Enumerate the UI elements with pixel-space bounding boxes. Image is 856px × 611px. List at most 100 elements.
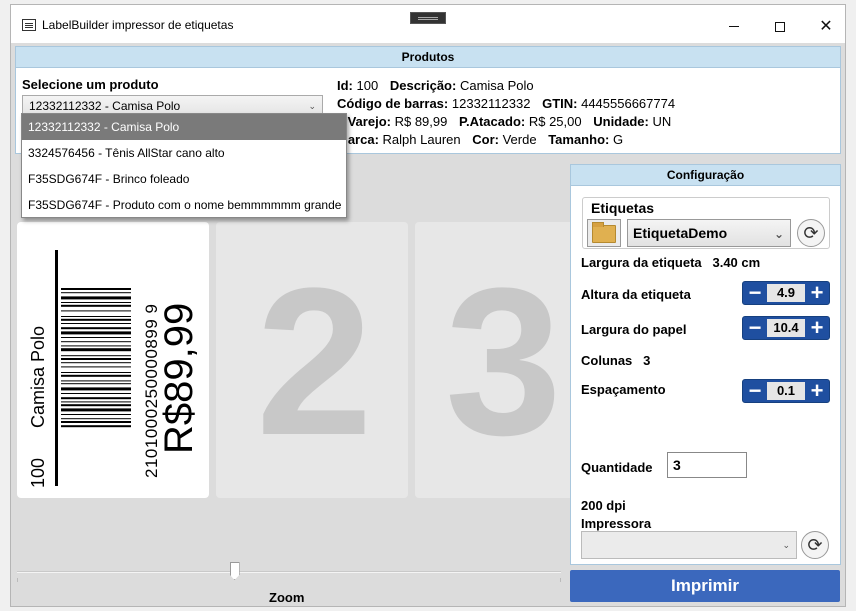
barcode-bar [61,310,131,312]
etiqueta-combobox[interactable]: EtiquetaDemo ⌄ [627,219,791,247]
barcode-bar [61,425,131,428]
barcode-bar [61,387,131,391]
largura-etiqueta-value: 3.40 cm [712,255,761,270]
impressora-combobox[interactable]: ⌄ [581,531,797,559]
colunas-row: Colunas 3 [581,353,650,368]
chevron-down-icon: ⌄ [773,227,784,241]
dropdown-item[interactable]: F35SDG674F - Brinco foleado [22,166,346,192]
barcode-bar [61,393,131,394]
barcode-bar [61,348,131,352]
descricao-label: Descrição: [389,78,457,93]
barcode-bar [61,341,131,343]
etiquetas-title: Etiquetas [589,200,657,216]
barcode-bar [61,318,131,321]
close-button[interactable]: ✕ [803,13,845,41]
config-header: Configuração [571,165,840,186]
largura-papel-increment-button[interactable]: + [807,317,827,339]
refresh-icon: ⟳ [803,223,819,243]
refresh-icon: ⟳ [807,535,823,555]
barcode-bar [61,316,131,317]
print-button[interactable]: Imprimir [570,570,840,602]
produtos-header: Produtos [16,47,840,68]
quantidade-label: Quantidade [581,460,653,475]
espacamento-decrement-button[interactable]: − [745,380,765,402]
product-details: Id: 100 Descrição: Camisa Polo Código de… [337,77,675,149]
zoom-slider-track[interactable] [17,571,561,573]
gtin-label: GTIN: [542,96,578,111]
barcode-bar [61,383,131,385]
barcode-bar [61,355,131,357]
barcode-bar [61,366,131,368]
chevron-down-icon: ⌄ [782,540,790,550]
barcode-bar [61,296,131,300]
barcode-bar [61,331,131,335]
atacado-value: R$ 25,00 [528,114,582,129]
atacado-label: P.Atacado: [458,114,526,129]
altura-value[interactable]: 4.9 [767,284,805,302]
barcode-bar [61,404,131,407]
id-value: 100 [356,78,379,93]
codigo-value: 12332112332 [451,96,531,111]
largura-papel-value[interactable]: 10.4 [767,319,805,337]
largura-papel-label: Largura do papel [581,322,687,337]
refresh-etiquetas-button[interactable]: ⟳ [797,219,825,247]
espacamento-value[interactable]: 0.1 [767,382,805,400]
maximize-button[interactable] [757,13,803,41]
barcode-bar [61,414,131,415]
barcode-bar [61,327,131,330]
window-title: LabelBuilder impressor de etiquetas [42,18,234,32]
label-preview-2: 2 [216,222,408,498]
details-row-1: Id: 100 Descrição: Camisa Polo [337,77,675,95]
dropdown-item[interactable]: 3324576456 - Tênis AllStar cano alto [22,140,346,166]
product-dropdown-list: 12332112332 - Camisa Polo 3324576456 - T… [21,113,347,218]
minimize-icon [729,26,739,28]
dpi-text: 200 dpi [581,498,626,513]
select-product-label: Selecione um produto [22,77,159,92]
barcode-bar [61,288,131,290]
zoom-slider-ticks [17,578,561,582]
altura-decrement-button[interactable]: − [745,282,765,304]
altura-stepper: − 4.9 + [742,281,830,305]
grip-icon[interactable] [410,12,446,24]
barcode-bar [61,362,131,364]
label-product-id: 100 [28,457,48,488]
espacamento-increment-button[interactable]: + [807,380,827,402]
maximize-icon [775,21,785,32]
barcode-bar [61,380,131,382]
barcode-bar [61,358,131,360]
espacamento-label: Espaçamento [581,382,666,397]
largura-etiqueta-label: Largura da etiqueta [581,255,702,270]
cor-value: Verde [502,132,537,147]
barcode-bar [61,372,131,373]
tamanho-value: G [612,132,624,147]
minimize-button[interactable] [711,13,757,41]
barcode-image [61,288,131,428]
unidade-value: UN [652,114,672,129]
barcode-bar [61,304,131,307]
open-folder-button[interactable] [587,219,621,247]
dropdown-item[interactable]: 12332112332 - Camisa Polo [22,114,346,140]
config-panel: Configuração Etiquetas EtiquetaDemo ⌄ ⟳ … [570,164,841,565]
impressora-label: Impressora [581,516,652,531]
id-label: Id: [337,78,353,93]
colunas-label: Colunas [581,353,633,368]
barcode-bar [61,408,131,412]
barcode-bar [61,418,131,420]
altura-increment-button[interactable]: + [807,282,827,304]
descricao-value: Camisa Polo [459,78,534,93]
barcode-bar [61,401,131,403]
zoom-label: Zoom [269,590,305,605]
codigo-label: Código de barras: [337,96,449,111]
tamanho-label: Tamanho: [548,132,610,147]
app-window: LabelBuilder impressor de etiquetas ✕ Pr… [10,4,846,607]
label-placeholder-number: 3 [445,244,562,479]
largura-papel-decrement-button[interactable]: − [745,317,765,339]
barcode-bar [61,292,131,294]
dropdown-item[interactable]: F35SDG674F - Produto com o nome bemmmmmm… [22,192,346,218]
quantidade-input[interactable]: 3 [667,452,747,478]
title-bar[interactable]: LabelBuilder impressor de etiquetas ✕ [11,5,845,43]
barcode-bar [61,323,131,324]
barcode-bar [61,421,131,423]
unidade-label: Unidade: [593,114,649,129]
refresh-impressora-button[interactable]: ⟳ [801,531,829,559]
